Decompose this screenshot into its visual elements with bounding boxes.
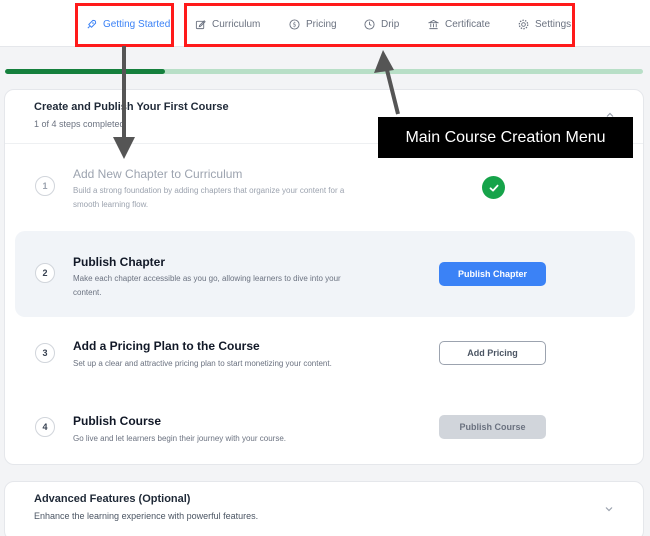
chevron-up-icon[interactable] [605, 107, 615, 117]
add-pricing-button[interactable]: Add Pricing [439, 341, 546, 365]
step-number: 4 [35, 417, 55, 437]
advanced-title: Advanced Features (Optional) [34, 493, 191, 505]
step-publish-chapter: 2 Publish Chapter Make each chapter acce… [15, 231, 635, 317]
check-circle-icon [482, 176, 505, 199]
course-progress-fill [5, 69, 165, 74]
annotation-callout: Main Course Creation Menu [378, 117, 633, 158]
chevron-down-icon[interactable] [603, 502, 615, 514]
advanced-features-card[interactable]: Advanced Features (Optional) Enhance the… [4, 481, 644, 536]
steps-completed-text: 1 of 4 steps completed [34, 119, 125, 129]
publish-chapter-button[interactable]: Publish Chapter [439, 262, 546, 286]
course-progress-bar [5, 69, 643, 74]
step-description: Make each chapter accessible as you go, … [73, 274, 341, 297]
advanced-subtitle: Enhance the learning experience with pow… [34, 511, 259, 521]
card-title: Create and Publish Your First Course [34, 101, 229, 113]
step-title: Add a Pricing Plan to the Course [73, 339, 260, 353]
step-title: Publish Chapter [73, 255, 166, 269]
course-menu-highlight-box [184, 3, 575, 47]
step-description: Build a strong foundation by adding chap… [73, 186, 345, 209]
step-description: Set up a clear and attractive pricing pl… [73, 359, 332, 368]
step-add-pricing: 3 Add a Pricing Plan to the Course Set u… [15, 322, 635, 390]
step-number: 2 [35, 263, 55, 283]
step-number: 3 [35, 343, 55, 363]
step-number: 1 [35, 176, 55, 196]
step-add-chapter: 1 Add New Chapter to Curriculum Build a … [15, 148, 635, 228]
step-title: Add New Chapter to Curriculum [73, 167, 243, 181]
publish-course-button[interactable]: Publish Course [439, 415, 546, 439]
step-description: Go live and let learners begin their jou… [73, 434, 286, 443]
step-title: Publish Course [73, 414, 162, 428]
getting-started-highlight-box [75, 3, 174, 47]
step-publish-course: 4 Publish Course Go live and let learner… [15, 396, 635, 462]
